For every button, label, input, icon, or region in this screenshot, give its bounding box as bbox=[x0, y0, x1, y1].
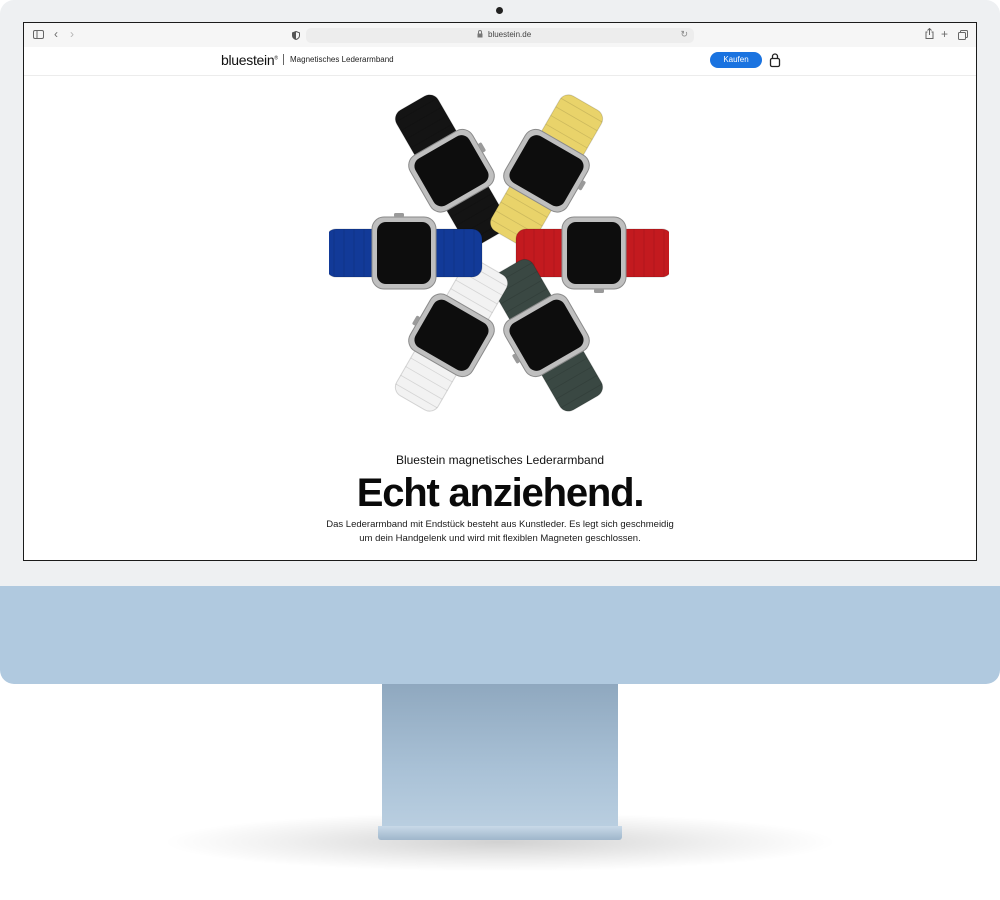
address-bar[interactable]: bluestein.de ↻ bbox=[306, 28, 694, 43]
hero-headline: Echt anziehend. bbox=[356, 471, 645, 515]
brand-logo[interactable]: bluestein® bbox=[221, 52, 278, 68]
url-text: bluestein.de bbox=[488, 30, 532, 39]
chevron-left-icon[interactable]: ‹ bbox=[54, 26, 58, 42]
site-navbar: bluestein® Magnetisches Lederarmband Kau… bbox=[24, 47, 976, 76]
screen: ‹ › bluestein.de ↻ + bluestein® Magnetis… bbox=[23, 22, 977, 561]
brand-separator bbox=[283, 54, 284, 65]
plus-icon[interactable]: + bbox=[941, 26, 948, 42]
imac-stand bbox=[382, 684, 618, 826]
reload-icon[interactable]: ↻ bbox=[680, 29, 688, 40]
sidebar-icon[interactable] bbox=[33, 27, 44, 43]
imac-chin bbox=[0, 586, 1000, 684]
hero-watches bbox=[325, 83, 673, 423]
tabs-overview-icon[interactable] bbox=[958, 28, 968, 44]
shield-icon[interactable] bbox=[292, 28, 300, 44]
buy-button[interactable]: Kaufen bbox=[710, 52, 762, 68]
browser-toolbar: ‹ › bluestein.de ↻ + bbox=[24, 23, 976, 48]
hero-description-line-1: Das Lederarmband mit Endstück besteht au… bbox=[326, 519, 674, 530]
hero-description-line-2: um dein Handgelenk und wird mit flexible… bbox=[359, 533, 641, 544]
camera bbox=[496, 7, 503, 14]
share-icon[interactable] bbox=[925, 27, 934, 43]
chevron-right-icon[interactable]: › bbox=[70, 26, 74, 42]
shopping-bag-icon[interactable] bbox=[768, 52, 782, 68]
product-title: Magnetisches Lederarmband bbox=[290, 55, 394, 64]
lock-icon bbox=[477, 30, 483, 40]
imac-stand-foot bbox=[378, 826, 622, 840]
hero-description: Das Lederarmband mit Endstück besteht au… bbox=[300, 518, 700, 546]
watch-ring-graphic bbox=[325, 94, 673, 412]
hero-eyebrow: Bluestein magnetisches Lederarmband bbox=[395, 453, 605, 467]
